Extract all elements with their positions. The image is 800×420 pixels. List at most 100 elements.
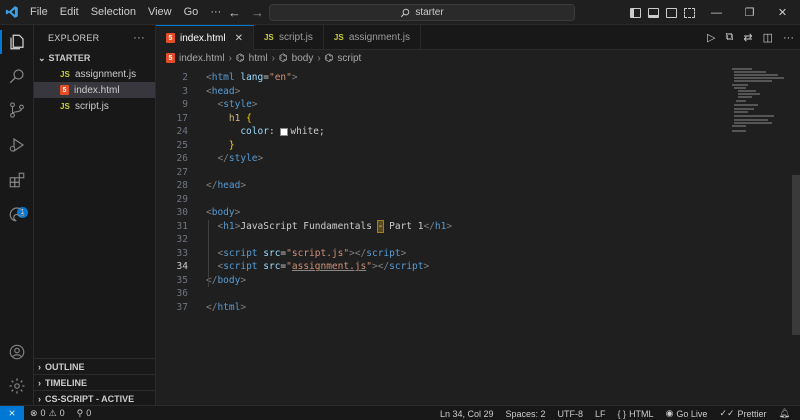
editor-group: 5 index.html ✕ JS script.js JS assignmen… bbox=[156, 25, 800, 405]
code-line[interactable]: 35 </body> bbox=[156, 274, 756, 288]
code-line[interactable]: 24 color: white; bbox=[156, 125, 756, 139]
outline-panel[interactable]: › OUTLINE bbox=[34, 358, 156, 374]
explorer-more-button[interactable]: ··· bbox=[133, 32, 145, 44]
code-line[interactable]: 2 <html lang="en"> bbox=[156, 71, 756, 85]
prettier-label: Prettier bbox=[737, 408, 767, 419]
vertical-scrollbar[interactable] bbox=[792, 175, 800, 335]
toggle-primary-sidebar-icon[interactable] bbox=[630, 7, 641, 18]
account-icon[interactable] bbox=[7, 342, 27, 362]
code-line[interactable]: 33 <script src="script.js"></script> bbox=[156, 247, 756, 261]
cs-script-panel[interactable]: › CS-SCRIPT - ACTIVE bbox=[34, 390, 156, 406]
close-icon[interactable]: ✕ bbox=[766, 6, 799, 19]
toggle-secondary-sidebar-icon[interactable] bbox=[666, 7, 677, 18]
remote-indicator-icon[interactable]: ⨯ bbox=[0, 405, 24, 420]
folder-starter[interactable]: ⌄ STARTER bbox=[34, 50, 155, 66]
breadcrumb-script[interactable]: script bbox=[337, 53, 361, 64]
minimize-icon[interactable]: — bbox=[700, 7, 733, 19]
explorer-icon[interactable] bbox=[7, 32, 27, 52]
file-assignment-js[interactable]: JS assignment.js bbox=[34, 66, 155, 82]
tab-script-js[interactable]: JS script.js bbox=[254, 25, 324, 50]
settings-gear-icon[interactable] bbox=[7, 376, 27, 396]
code-line[interactable]: 30 <body> bbox=[156, 206, 756, 220]
code-line[interactable]: 27 bbox=[156, 166, 756, 180]
close-tab-icon[interactable]: ✕ bbox=[235, 33, 243, 44]
activity-bar: 1 bbox=[0, 25, 34, 405]
code-line[interactable]: 37 </html> bbox=[156, 301, 756, 315]
back-arrow-icon[interactable]: ← bbox=[228, 5, 241, 20]
braces-icon: { } bbox=[617, 408, 627, 419]
broadcast-icon: ◉ bbox=[665, 408, 674, 418]
line-number: 17 bbox=[176, 112, 188, 124]
code-line[interactable]: 31 <h1>JavaScript Fundamentals - Part 1<… bbox=[156, 219, 756, 234]
code-text: <head> bbox=[206, 85, 241, 97]
breadcrumb-html[interactable]: html bbox=[249, 53, 268, 64]
status-bar: ⨯ ⊗ 0 ⚠ 0 ⚲ 0 Ln 34, Col 29 Spaces: 2 UT… bbox=[0, 405, 800, 420]
line-number: 37 bbox=[176, 301, 188, 313]
menu-selection[interactable]: Selection bbox=[85, 0, 142, 25]
tab-label: assignment.js bbox=[348, 32, 411, 43]
problems-status[interactable]: ⊗ 0 ⚠ 0 bbox=[24, 408, 71, 419]
edge-devtools-icon[interactable] bbox=[7, 204, 27, 224]
file-script-js[interactable]: JS script.js bbox=[34, 98, 155, 114]
line-number: 28 bbox=[176, 180, 188, 192]
menu-file[interactable]: File bbox=[24, 0, 54, 25]
explorer-title: EXPLORER bbox=[48, 32, 100, 43]
indentation[interactable]: Spaces: 2 bbox=[500, 409, 552, 419]
language-mode[interactable]: { } HTML bbox=[612, 409, 660, 419]
code-line[interactable]: 28 </head> bbox=[156, 179, 756, 193]
breadcrumb-file[interactable]: index.html bbox=[179, 53, 225, 64]
search-view-icon[interactable] bbox=[7, 66, 27, 86]
end-of-line[interactable]: LF bbox=[589, 409, 612, 419]
code-line[interactable]: 32 bbox=[156, 233, 756, 247]
code-text: <script src="script.js"></script> bbox=[217, 247, 407, 259]
run-icon[interactable]: ▷ bbox=[707, 31, 715, 44]
menu-view[interactable]: View bbox=[142, 0, 178, 25]
menu-edit[interactable]: Edit bbox=[54, 0, 85, 25]
minimap[interactable] bbox=[730, 66, 790, 146]
ports-status[interactable]: ⚲ 0 bbox=[71, 408, 98, 419]
command-center-search[interactable]: starter bbox=[269, 4, 575, 21]
extensions-icon[interactable] bbox=[7, 170, 27, 190]
cursor-position[interactable]: Ln 34, Col 29 bbox=[434, 409, 500, 419]
timeline-panel[interactable]: › TIMELINE bbox=[34, 374, 156, 390]
code-line[interactable]: 29 bbox=[156, 193, 756, 207]
restore-icon[interactable]: ❐ bbox=[733, 6, 766, 19]
menu-go[interactable]: Go bbox=[178, 0, 205, 25]
forward-arrow-icon[interactable]: → bbox=[251, 5, 264, 20]
toggle-panel-icon[interactable] bbox=[648, 7, 659, 18]
line-number: 30 bbox=[176, 207, 188, 219]
html-file-icon: 5 bbox=[60, 85, 69, 95]
run-debug-icon[interactable] bbox=[7, 135, 27, 155]
tab-index-html[interactable]: 5 index.html ✕ bbox=[156, 25, 254, 50]
prettier-status[interactable]: ✓✓ Prettier bbox=[713, 408, 772, 419]
html-file-icon: 5 bbox=[166, 33, 175, 43]
customize-layout-icon[interactable] bbox=[684, 7, 695, 18]
code-line[interactable]: 3 <head> bbox=[156, 85, 756, 99]
antenna-icon: ⚲ bbox=[76, 407, 84, 418]
code-line[interactable]: 26 </style> bbox=[156, 152, 756, 166]
code-line[interactable]: 17 h1 { bbox=[156, 112, 756, 126]
vscode-logo-icon bbox=[0, 0, 24, 25]
menu-more[interactable]: ··· bbox=[204, 0, 227, 25]
code-line[interactable]: 34 <script src="assignment.js"></script> bbox=[156, 260, 756, 274]
breadcrumb-body[interactable]: body bbox=[292, 53, 314, 64]
code-line[interactable]: 25 } bbox=[156, 139, 756, 153]
open-preview-icon[interactable]: ⧉ bbox=[726, 31, 734, 44]
search-icon bbox=[401, 8, 410, 17]
cs-script-label: CS-SCRIPT - ACTIVE bbox=[45, 393, 135, 404]
source-control-icon[interactable] bbox=[7, 100, 27, 120]
compare-icon[interactable]: ⇄ bbox=[743, 31, 752, 44]
code-editor[interactable]: 2 <html lang="en"> 3 <head> 9 <style> 17 h1 {… bbox=[156, 66, 726, 405]
file-index-html[interactable]: 5 index.html bbox=[34, 82, 155, 98]
tab-assignment-js[interactable]: JS assignment.js bbox=[324, 25, 422, 50]
more-actions-icon[interactable]: ··· bbox=[783, 32, 794, 44]
code-line[interactable]: 36 bbox=[156, 287, 756, 301]
timeline-label: TIMELINE bbox=[45, 377, 87, 388]
go-live-button[interactable]: ◉ Go Live bbox=[660, 408, 714, 419]
split-editor-icon[interactable]: ◫ bbox=[763, 31, 773, 44]
code-line[interactable]: 9 <style> bbox=[156, 98, 756, 112]
notifications-icon[interactable]: 🔔︎ bbox=[773, 408, 796, 419]
element-icon: ⌬ bbox=[324, 52, 334, 64]
encoding[interactable]: UTF-8 bbox=[552, 409, 590, 419]
file-name: assignment.js bbox=[75, 68, 137, 80]
